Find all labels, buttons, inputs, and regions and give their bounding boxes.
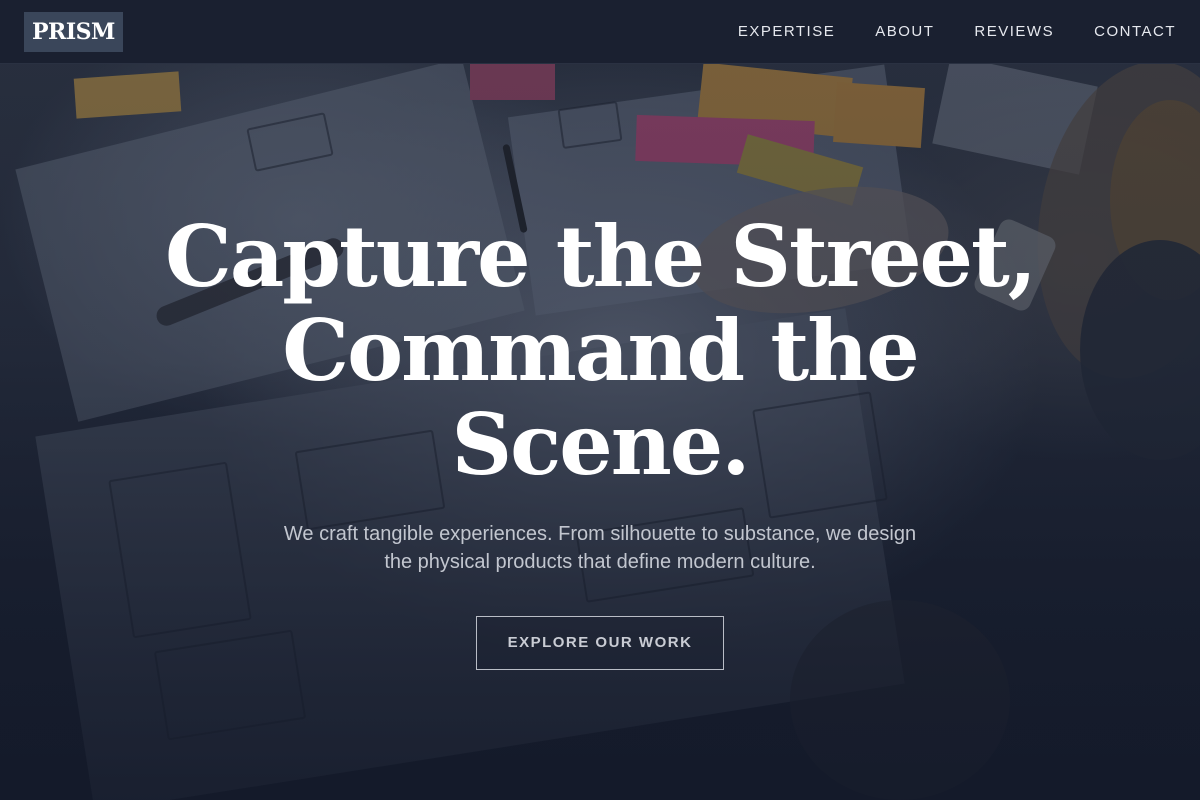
nav-link-reviews[interactable]: REVIEWS bbox=[974, 23, 1054, 40]
site-header: PRISM EXPERTISE ABOUT REVIEWS CONTACT bbox=[0, 0, 1200, 64]
nav-link-about[interactable]: ABOUT bbox=[875, 23, 934, 40]
hero-headline: Capture the Street, Command the Scene. bbox=[164, 207, 1037, 494]
hero-subtitle: We craft tangible experiences. From silh… bbox=[283, 523, 917, 573]
nav-link-expertise[interactable]: EXPERTISE bbox=[738, 23, 835, 40]
main-nav: EXPERTISE ABOUT REVIEWS CONTACT bbox=[738, 23, 1176, 40]
hero-content: Capture the Street, Command the Scene. W… bbox=[0, 210, 1200, 670]
explore-work-button[interactable]: EXPLORE OUR WORK bbox=[476, 616, 724, 670]
brand-logo[interactable]: PRISM bbox=[24, 11, 123, 52]
nav-link-contact[interactable]: CONTACT bbox=[1094, 23, 1176, 40]
